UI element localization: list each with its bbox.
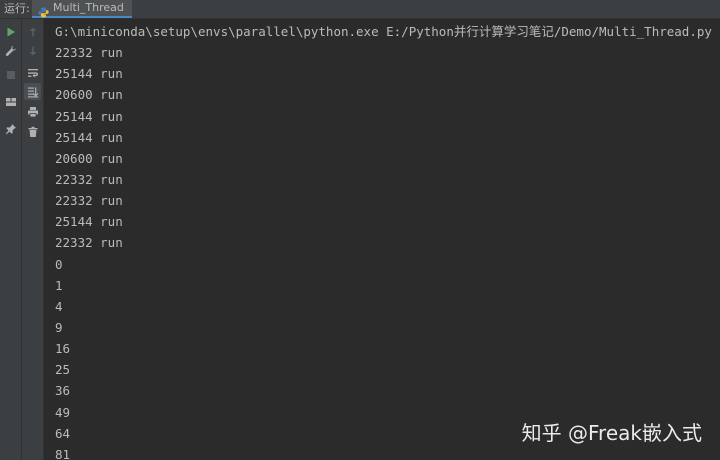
console-lines: G:\miniconda\setup\envs\parallel\python.…: [55, 21, 712, 460]
console-line: 22332 run: [55, 45, 123, 61]
clear-all-button[interactable]: [24, 123, 41, 140]
python-icon: [38, 3, 49, 17]
edit-configuration-button[interactable]: [2, 42, 19, 59]
trash-icon: [28, 126, 37, 137]
console-line: 25144 run: [55, 66, 123, 82]
console-line: 20600 run: [55, 150, 123, 166]
scroll-to-end-button[interactable]: [24, 83, 41, 100]
console-line: 20600 run: [55, 87, 123, 103]
console-line: 0: [55, 256, 63, 272]
console-line: 22332 run: [55, 171, 123, 187]
restore-layout-button[interactable]: [2, 93, 19, 110]
console-line: 22332 run: [55, 193, 123, 209]
console-actions-toolbar: [22, 19, 44, 460]
console-line: 1: [55, 277, 63, 293]
console-command-line: G:\miniconda\setup\envs\parallel\python.…: [55, 24, 712, 39]
soft-wrap-button[interactable]: [24, 64, 41, 81]
next-occurrence-button[interactable]: [24, 42, 41, 59]
console-line: 36: [55, 383, 71, 399]
rerun-button[interactable]: [2, 23, 19, 40]
arrow-down-icon: [29, 46, 36, 55]
console-line: 25144 run: [55, 108, 123, 124]
console-line: 25144 run: [55, 129, 123, 145]
run-tab-bar: 运行: Multi_Thread: [0, 0, 720, 19]
play-icon: [7, 27, 15, 36]
run-actions-toolbar: [0, 19, 22, 460]
pin-tab-button[interactable]: [2, 120, 19, 137]
arrow-up-icon: [29, 27, 36, 36]
wrench-icon: [5, 45, 16, 56]
console-line: 25144 run: [55, 214, 123, 230]
layout-icon: [5, 97, 16, 106]
previous-occurrence-button[interactable]: [24, 23, 41, 40]
console-line: 16: [55, 341, 71, 357]
console-line: 25: [55, 362, 71, 378]
console-line: 81: [55, 446, 71, 460]
run-tool-window: 运行: Multi_Thread G:\miniconda\setup\envs…: [0, 0, 720, 460]
scroll-to-end-icon: [27, 87, 38, 97]
console-line: 9: [55, 319, 63, 335]
stop-button[interactable]: [2, 66, 19, 83]
soft-wrap-icon: [27, 68, 38, 78]
pin-icon: [5, 123, 16, 134]
console-line: 22332 run: [55, 235, 123, 251]
console-line: 4: [55, 298, 63, 314]
tab-label: Multi_Thread: [53, 1, 124, 14]
tab-multi-thread[interactable]: Multi_Thread: [32, 0, 132, 18]
run-label: 运行:: [4, 2, 30, 15]
print-icon: [27, 106, 38, 117]
console-output[interactable]: G:\miniconda\setup\envs\parallel\python.…: [44, 19, 720, 460]
stop-icon: [6, 70, 15, 79]
watermark: 知乎 @Freak嵌入式: [521, 421, 702, 445]
print-button[interactable]: [24, 103, 41, 120]
